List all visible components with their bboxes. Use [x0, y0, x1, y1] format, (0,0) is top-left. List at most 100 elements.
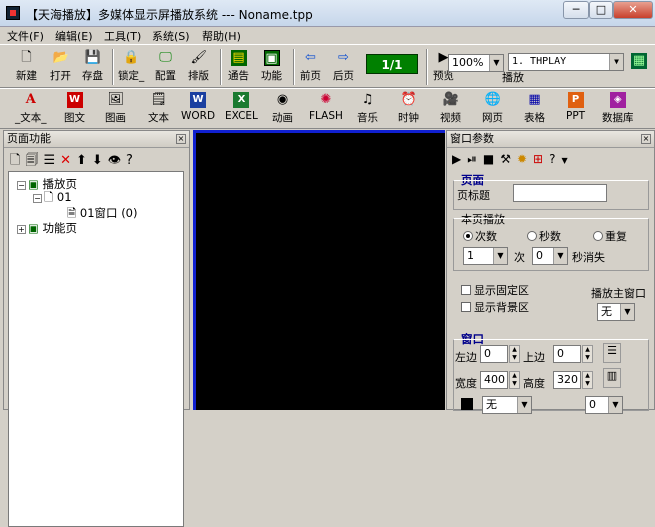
animation-tool[interactable]: ◉ 动画 [272, 92, 293, 125]
menu-help[interactable]: 帮助(H) [202, 28, 241, 44]
width-spinner[interactable]: ▲ ▼ [509, 371, 520, 389]
close-icon[interactable]: × [176, 134, 186, 144]
collapse-icon[interactable]: − [33, 194, 42, 203]
left-input[interactable]: 0 [480, 345, 508, 363]
close-button[interactable]: ✕ [613, 1, 653, 19]
radio-count[interactable]: 次数 [463, 228, 497, 244]
chevron-down-icon[interactable]: ▼ [608, 397, 622, 413]
picture-tool[interactable]: 🖼 图画 [105, 92, 126, 125]
arrange-button[interactable]: 🖌 排版 [188, 50, 209, 83]
bottom-select[interactable]: 0 ▼ [585, 396, 623, 414]
tree-node-function-page[interactable]: + ▣ 功能页 [17, 220, 77, 236]
menu-system[interactable]: 系统(S) [152, 28, 190, 44]
tools-icon[interactable]: ⚒ [500, 152, 517, 166]
chevron-down-icon[interactable]: ▼ [609, 54, 623, 70]
menu-edit[interactable]: 编辑(E) [55, 28, 93, 44]
count-select[interactable]: 1 ▼ [463, 247, 508, 265]
help-icon[interactable]: ? [126, 153, 138, 168]
play-step-icon[interactable]: ⏯ [467, 152, 483, 166]
main-window-select[interactable]: 无 ▼ [597, 303, 635, 321]
top-spinner[interactable]: ▲ ▼ [582, 345, 593, 363]
align-icon[interactable]: ☰ [603, 343, 621, 363]
height-input[interactable]: 320 [553, 371, 581, 389]
checkbox[interactable] [461, 285, 471, 295]
chevron-down-icon[interactable]: ▼ [489, 55, 503, 71]
webpage-tool[interactable]: 🌐 网页 [482, 92, 503, 125]
word-tool[interactable]: W WORD [181, 92, 215, 122]
display-canvas[interactable] [193, 130, 445, 410]
chevron-down-icon[interactable]: ▼ [493, 248, 507, 264]
grid-button[interactable]: ▦ [631, 53, 647, 71]
copy-icon[interactable]: 🗐 [25, 153, 43, 168]
next-page-button[interactable]: ⇨ 后页 [333, 50, 354, 83]
menu-file[interactable]: 文件(F) [7, 28, 44, 44]
page-title-label: 页标题 [457, 189, 490, 202]
play-icon[interactable]: ▶ [452, 152, 467, 166]
layout-icon[interactable]: ▥ [603, 368, 621, 388]
collapse-icon[interactable]: − [17, 181, 26, 190]
chevron-down-icon[interactable]: ▼ [517, 397, 531, 413]
checkbox[interactable] [461, 302, 471, 312]
close-icon[interactable]: × [641, 134, 651, 144]
page-tree[interactable]: − ▣ 播放页 − 🗋 01 🗎 01窗口 (0) + ▣ 功能页 [8, 171, 184, 527]
chevron-down-icon[interactable]: ▼ [620, 304, 634, 320]
text-tool[interactable]: A _文本_ [15, 92, 47, 125]
eye-icon[interactable]: 👁 [108, 153, 126, 168]
radio-seconds-button[interactable] [527, 231, 537, 241]
function-button[interactable]: ▣ 功能 [261, 50, 282, 83]
database-tool[interactable]: ◈ 数据库 [602, 92, 634, 125]
maximize-button[interactable]: □ [589, 1, 613, 19]
config-button[interactable]: 🖵 配置 [155, 50, 176, 83]
plain-text-tool[interactable]: 🗒 文本 [148, 92, 169, 125]
picture-icon: 🖼 [107, 92, 125, 107]
excel-tool[interactable]: X EXCEL [225, 92, 258, 122]
new-page-icon[interactable]: 🗋 [10, 153, 25, 168]
show-bg-checkbox[interactable]: 显示背景区 [461, 299, 529, 315]
image-text-tool[interactable]: W 图文 [64, 92, 85, 125]
music-tool[interactable]: ♫ 音乐 [357, 92, 378, 125]
tree-node-page-01[interactable]: − 🗋 01 [33, 190, 72, 209]
chevron-down-icon[interactable]: ▼ [561, 156, 573, 165]
left-spinner[interactable]: ▲ ▼ [509, 345, 520, 363]
chevron-down-icon[interactable]: ▼ [553, 248, 567, 264]
show-fixed-checkbox[interactable]: 显示固定区 [461, 282, 529, 298]
prev-page-button[interactable]: ⇦ 前页 [300, 50, 321, 83]
table-tool[interactable]: ▦ 表格 [524, 92, 545, 125]
radio-seconds[interactable]: 秒数 [527, 228, 561, 244]
new-button[interactable]: 🗋 新建 [16, 50, 37, 83]
radio-repeat-button[interactable] [593, 231, 603, 241]
lock-button[interactable]: 🔒 锁定_ [118, 50, 144, 83]
clock-tool[interactable]: ⏰ 时钟 [398, 92, 419, 125]
settings-icon[interactable]: ✹ [517, 152, 533, 166]
radio-repeat[interactable]: 重复 [593, 228, 627, 244]
menu-tools[interactable]: 工具(T) [104, 28, 141, 44]
color-swatch[interactable] [461, 398, 473, 410]
radio-count-button[interactable] [463, 231, 473, 241]
save-button[interactable]: 💾 存盘 [82, 50, 103, 83]
width-input[interactable]: 400 [480, 371, 508, 389]
video-tool[interactable]: 🎥 视频 [440, 92, 461, 125]
flash-tool[interactable]: ✺ FLASH [309, 92, 343, 122]
tree-node-window-01[interactable]: 🗎 01窗口 (0) [67, 205, 138, 225]
expand-icon[interactable]: + [17, 225, 26, 234]
stop-icon[interactable]: ■ [483, 152, 500, 166]
help-icon[interactable]: ? [549, 152, 561, 166]
delete-icon[interactable]: ✕ [60, 153, 76, 168]
play-file-select[interactable]: 1. THPLAY ▼ [508, 53, 624, 71]
height-spinner[interactable]: ▲ ▼ [582, 371, 593, 389]
top-input[interactable]: 0 [553, 345, 581, 363]
seconds-select[interactable]: 0 ▼ [532, 247, 568, 265]
page-title-input[interactable] [513, 184, 607, 202]
arrow-right-icon: ⇨ [338, 50, 349, 65]
zoom-select[interactable]: 100% ▼ [448, 54, 504, 72]
notice-button[interactable]: ▤ 通告 [228, 50, 249, 83]
open-button[interactable]: 📂 打开 [50, 50, 71, 83]
ppt-tool[interactable]: P PPT [566, 92, 585, 122]
note-icon: 🗒 [150, 92, 168, 107]
layout-icon[interactable]: ⊞ [533, 152, 549, 166]
move-down-icon[interactable]: ⬇ [92, 153, 108, 168]
list-icon[interactable]: ☰ [43, 153, 60, 168]
color-select[interactable]: 无 ▼ [482, 396, 532, 414]
move-up-icon[interactable]: ⬆ [76, 153, 92, 168]
minimize-button[interactable]: ─ [563, 1, 589, 19]
